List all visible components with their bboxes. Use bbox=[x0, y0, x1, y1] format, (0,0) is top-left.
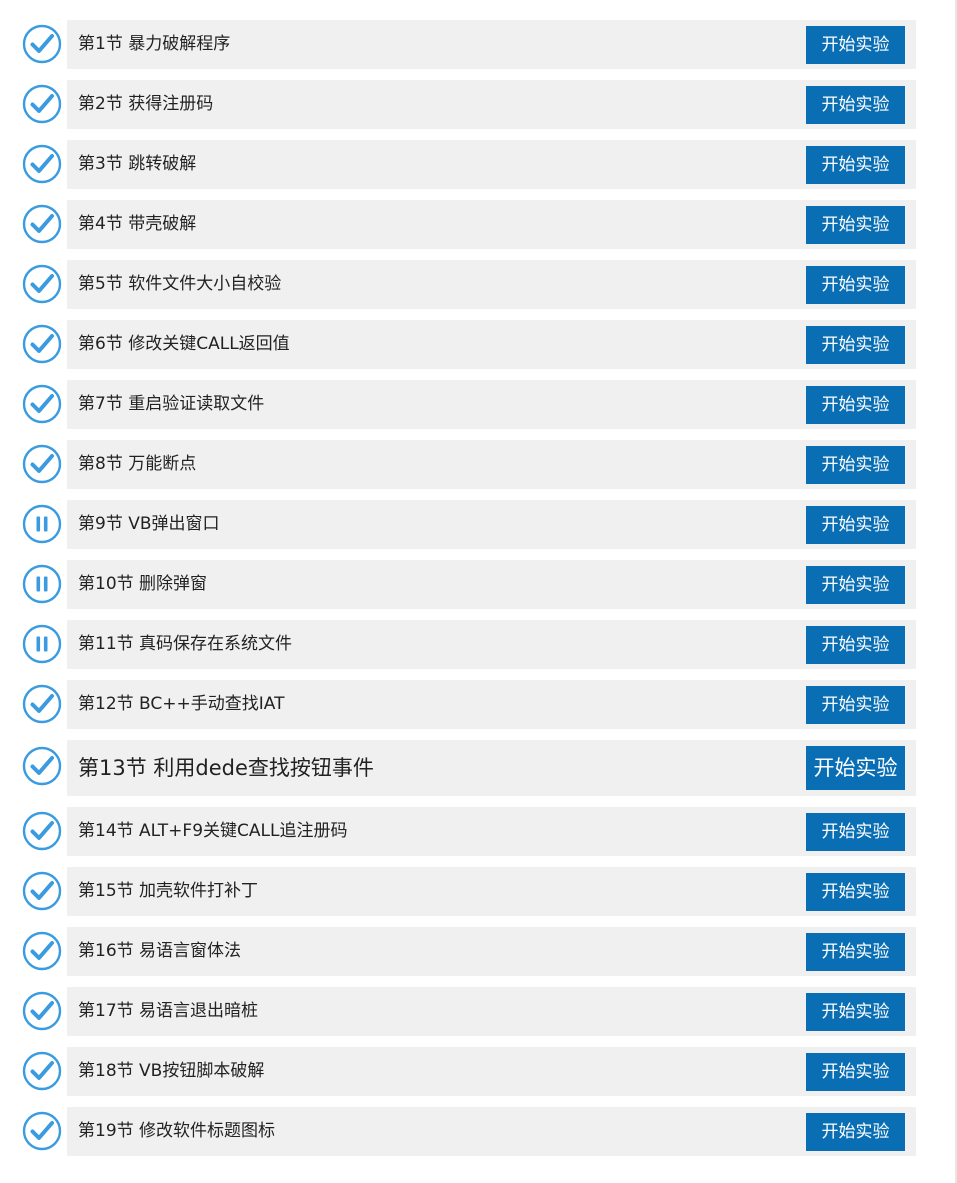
lesson-row: 第6节 修改关键CALL返回值 开始实验 bbox=[0, 320, 957, 369]
check-circle-icon bbox=[22, 324, 62, 364]
start-experiment-button[interactable]: 开始实验 bbox=[806, 993, 905, 1031]
lesson-bar: 第8节 万能断点 开始实验 bbox=[67, 440, 916, 489]
check-circle-icon bbox=[22, 931, 62, 971]
lesson-bar: 第12节 BC++手动查找IAT 开始实验 bbox=[67, 680, 916, 729]
lesson-title: 第16节 易语言窗体法 bbox=[78, 941, 242, 961]
start-experiment-button[interactable]: 开始实验 bbox=[806, 146, 905, 184]
check-circle-icon bbox=[22, 746, 62, 786]
lesson-row: 第4节 带壳破解 开始实验 bbox=[0, 200, 957, 249]
lesson-row: 第17节 易语言退出暗桩 开始实验 bbox=[0, 987, 957, 1036]
check-circle-icon bbox=[22, 444, 62, 484]
lesson-title: 第17节 易语言退出暗桩 bbox=[78, 1001, 259, 1021]
lesson-row: 第2节 获得注册码 开始实验 bbox=[0, 80, 957, 129]
lesson-title: 第19节 修改软件标题图标 bbox=[78, 1121, 276, 1141]
start-experiment-button[interactable]: 开始实验 bbox=[806, 1113, 905, 1151]
start-experiment-button[interactable]: 开始实验 bbox=[806, 326, 905, 364]
start-experiment-button[interactable]: 开始实验 bbox=[806, 386, 905, 424]
start-experiment-button[interactable]: 开始实验 bbox=[806, 626, 905, 664]
check-circle-icon bbox=[22, 1111, 62, 1151]
lesson-title: 第11节 真码保存在系统文件 bbox=[78, 634, 293, 654]
lesson-row: 第7节 重启验证读取文件 开始实验 bbox=[0, 380, 957, 429]
lesson-row: 第11节 真码保存在系统文件 开始实验 bbox=[0, 620, 957, 669]
lesson-bar: 第16节 易语言窗体法 开始实验 bbox=[67, 927, 916, 976]
lesson-row: 第9节 VB弹出窗口 开始实验 bbox=[0, 500, 957, 549]
lesson-row: 第10节 删除弹窗 开始实验 bbox=[0, 560, 957, 609]
lesson-title: 第1节 暴力破解程序 bbox=[78, 34, 231, 54]
lesson-title: 第7节 重启验证读取文件 bbox=[78, 394, 265, 414]
lesson-title: 第18节 VB按钮脚本破解 bbox=[78, 1061, 265, 1081]
lesson-title: 第3节 跳转破解 bbox=[78, 154, 197, 174]
lesson-title: 第8节 万能断点 bbox=[78, 454, 197, 474]
lesson-bar: 第19节 修改软件标题图标 开始实验 bbox=[67, 1107, 916, 1156]
lesson-title: 第4节 带壳破解 bbox=[78, 214, 197, 234]
start-experiment-button[interactable]: 开始实验 bbox=[806, 873, 905, 911]
start-experiment-button[interactable]: 开始实验 bbox=[806, 266, 905, 304]
start-experiment-button[interactable]: 开始实验 bbox=[806, 506, 905, 544]
lesson-row: 第19节 修改软件标题图标 开始实验 bbox=[0, 1107, 957, 1156]
lesson-bar: 第13节 利用dede查找按钮事件 开始实验 bbox=[67, 740, 916, 796]
start-experiment-button[interactable]: 开始实验 bbox=[806, 813, 905, 851]
start-experiment-button[interactable]: 开始实验 bbox=[806, 746, 905, 790]
lesson-title: 第14节 ALT+F9关键CALL追注册码 bbox=[78, 821, 348, 841]
lesson-row: 第18节 VB按钮脚本破解 开始实验 bbox=[0, 1047, 957, 1096]
lesson-row: 第12节 BC++手动查找IAT 开始实验 bbox=[0, 680, 957, 729]
lesson-row: 第13节 利用dede查找按钮事件 开始实验 bbox=[0, 740, 957, 796]
lesson-bar: 第4节 带壳破解 开始实验 bbox=[67, 200, 916, 249]
start-experiment-button[interactable]: 开始实验 bbox=[806, 686, 905, 724]
lesson-title: 第2节 获得注册码 bbox=[78, 94, 214, 114]
lesson-bar: 第10节 删除弹窗 开始实验 bbox=[67, 560, 916, 609]
lesson-bar: 第3节 跳转破解 开始实验 bbox=[67, 140, 916, 189]
check-circle-icon bbox=[22, 384, 62, 424]
lesson-bar: 第6节 修改关键CALL返回值 开始实验 bbox=[67, 320, 916, 369]
start-experiment-button[interactable]: 开始实验 bbox=[806, 933, 905, 971]
lesson-title: 第10节 删除弹窗 bbox=[78, 574, 208, 594]
lesson-bar: 第1节 暴力破解程序 开始实验 bbox=[67, 20, 916, 69]
pause-circle-icon bbox=[22, 624, 62, 664]
lesson-row: 第1节 暴力破解程序 开始实验 bbox=[0, 20, 957, 69]
lesson-title: 第15节 加壳软件打补丁 bbox=[78, 881, 259, 901]
start-experiment-button[interactable]: 开始实验 bbox=[806, 86, 905, 124]
pause-circle-icon bbox=[22, 504, 62, 544]
check-circle-icon bbox=[22, 84, 62, 124]
lesson-title: 第6节 修改关键CALL返回值 bbox=[78, 334, 290, 354]
start-experiment-button[interactable]: 开始实验 bbox=[806, 26, 905, 64]
check-circle-icon bbox=[22, 684, 62, 724]
start-experiment-button[interactable]: 开始实验 bbox=[806, 446, 905, 484]
lesson-bar: 第2节 获得注册码 开始实验 bbox=[67, 80, 916, 129]
start-experiment-button[interactable]: 开始实验 bbox=[806, 206, 905, 244]
lesson-bar: 第17节 易语言退出暗桩 开始实验 bbox=[67, 987, 916, 1036]
lesson-bar: 第14节 ALT+F9关键CALL追注册码 开始实验 bbox=[67, 807, 916, 856]
start-experiment-button[interactable]: 开始实验 bbox=[806, 566, 905, 604]
lesson-bar: 第18节 VB按钮脚本破解 开始实验 bbox=[67, 1047, 916, 1096]
check-circle-icon bbox=[22, 24, 62, 64]
lesson-title: 第12节 BC++手动查找IAT bbox=[78, 694, 285, 714]
lesson-bar: 第15节 加壳软件打补丁 开始实验 bbox=[67, 867, 916, 916]
start-experiment-button[interactable]: 开始实验 bbox=[806, 1053, 905, 1091]
lesson-row: 第16节 易语言窗体法 开始实验 bbox=[0, 927, 957, 976]
lesson-title: 第5节 软件文件大小自校验 bbox=[78, 274, 282, 294]
check-circle-icon bbox=[22, 991, 62, 1031]
lesson-row: 第5节 软件文件大小自校验 开始实验 bbox=[0, 260, 957, 309]
lesson-row: 第14节 ALT+F9关键CALL追注册码 开始实验 bbox=[0, 807, 957, 856]
check-circle-icon bbox=[22, 811, 62, 851]
lesson-title: 第9节 VB弹出窗口 bbox=[78, 514, 220, 534]
pause-circle-icon bbox=[22, 564, 62, 604]
lesson-bar: 第5节 软件文件大小自校验 开始实验 bbox=[67, 260, 916, 309]
check-circle-icon bbox=[22, 204, 62, 244]
lesson-bar: 第7节 重启验证读取文件 开始实验 bbox=[67, 380, 916, 429]
lesson-row: 第3节 跳转破解 开始实验 bbox=[0, 140, 957, 189]
lesson-title: 第13节 利用dede查找按钮事件 bbox=[78, 756, 374, 780]
check-circle-icon bbox=[22, 871, 62, 911]
check-circle-icon bbox=[22, 264, 62, 304]
lesson-row: 第15节 加壳软件打补丁 开始实验 bbox=[0, 867, 957, 916]
lesson-bar: 第11节 真码保存在系统文件 开始实验 bbox=[67, 620, 916, 669]
check-circle-icon bbox=[22, 144, 62, 184]
lesson-row: 第8节 万能断点 开始实验 bbox=[0, 440, 957, 489]
lesson-bar: 第9节 VB弹出窗口 开始实验 bbox=[67, 500, 916, 549]
check-circle-icon bbox=[22, 1051, 62, 1091]
